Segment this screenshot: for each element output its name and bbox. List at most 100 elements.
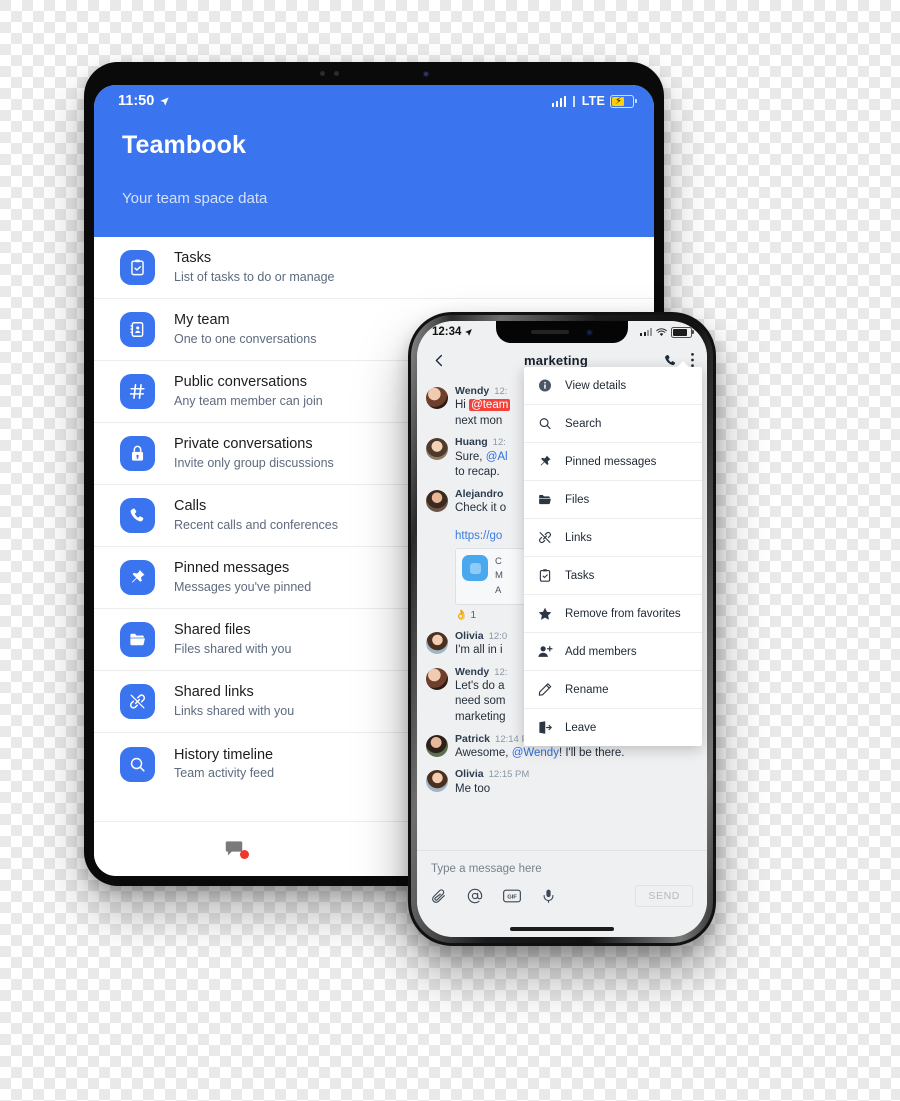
menu-item-leave[interactable]: Leave — [524, 709, 702, 746]
mention-token[interactable]: @Al — [486, 451, 508, 463]
status-left: 11:50 — [118, 93, 170, 109]
mention-token[interactable]: @Wendy — [512, 747, 559, 759]
attachment-icon — [432, 889, 445, 903]
message-input[interactable]: Type a message here — [417, 851, 707, 875]
list-item-title: History timeline — [174, 746, 274, 763]
phone-status-bar: 12:34 — [417, 321, 707, 343]
microphone-button[interactable] — [541, 888, 556, 904]
message-author: Huang — [455, 436, 488, 449]
sensor-dots-icon — [319, 71, 339, 76]
status-left: 12:34 — [432, 326, 473, 338]
message-time: 12:0 — [488, 630, 508, 642]
pencil-icon — [538, 683, 552, 696]
search-icon — [120, 746, 155, 782]
add-person-icon — [538, 645, 553, 657]
message-time: 12:15 PM — [488, 769, 530, 781]
folder-icon — [120, 622, 155, 657]
pin-icon — [120, 560, 155, 595]
list-item-desc: Team activity feed — [174, 766, 275, 781]
message-author: Olivia — [455, 629, 484, 642]
mention-token[interactable]: @team — [469, 399, 511, 412]
unread-badge — [239, 850, 249, 859]
menu-item-links[interactable]: Links — [524, 519, 702, 557]
list-item-desc: Messages you've pinned — [174, 579, 312, 594]
menu-item-search[interactable]: Search — [524, 405, 702, 443]
reaction-count: 1 — [470, 609, 477, 621]
mention-button[interactable] — [467, 888, 483, 904]
location-arrow-icon — [465, 328, 473, 336]
pin-icon — [540, 455, 551, 466]
contact-card-icon — [120, 312, 155, 347]
signal-divider-icon — [573, 95, 575, 107]
avatar — [426, 770, 448, 793]
hash-icon — [120, 374, 155, 409]
message-author: Alejandro — [455, 487, 504, 500]
menu-item-add-members[interactable]: Add members — [524, 633, 702, 671]
app-subtitle: Your team space data — [122, 190, 268, 207]
svg-text:GIF: GIF — [507, 895, 517, 901]
search-icon — [539, 418, 551, 430]
avatar — [426, 489, 448, 512]
menu-item-pinned-messages[interactable]: Pinned messages — [524, 443, 702, 481]
list-item-tasks[interactable]: Tasks List of tasks to do or manage — [94, 237, 654, 299]
menu-item-view-details[interactable]: View details — [524, 367, 702, 405]
front-camera-icon — [422, 70, 429, 77]
lock-icon — [120, 436, 155, 471]
link-icon — [539, 531, 551, 544]
back-button[interactable] — [429, 353, 449, 368]
message-item: Olivia 12:15 PM Me too — [417, 766, 707, 802]
room-title: marketing — [524, 352, 588, 368]
message-time: 12: — [494, 386, 508, 397]
star-icon — [538, 607, 552, 620]
menu-item-label: Links — [565, 531, 592, 544]
menu-item-label: View details — [565, 379, 627, 392]
app-thumbnail-icon — [462, 555, 488, 582]
reaction-chip[interactable]: 👌 1 — [455, 610, 476, 621]
list-item-desc: Invite only group discussions — [174, 455, 334, 470]
signal-bars-icon — [551, 95, 567, 107]
phone-device: 12:34 marketing Wendy 12: Hi @team next … — [408, 312, 716, 946]
list-item-title: Shared links — [174, 684, 254, 701]
menu-item-label: Pinned messages — [565, 455, 657, 468]
avatar — [426, 631, 448, 654]
message-composer: Type a message here GIF SEND — [417, 850, 707, 937]
clipboard-check-icon — [120, 250, 155, 285]
status-time: 11:50 — [118, 93, 155, 109]
list-item-title: Pinned messages — [174, 560, 290, 577]
tab-chats[interactable] — [94, 838, 374, 860]
overflow-menu: View details Search Pinned messages File… — [524, 361, 702, 746]
send-button[interactable]: SEND — [635, 885, 693, 907]
tablet-top-sensors — [84, 62, 664, 85]
menu-item-label: Search — [565, 417, 602, 430]
menu-item-remove-from-favorites[interactable]: Remove from favorites — [524, 595, 702, 633]
list-item-title: Public conversations — [174, 374, 307, 391]
clipboard-check-icon — [539, 569, 551, 582]
menu-item-rename[interactable]: Rename — [524, 671, 702, 709]
list-item-desc: Any team member can join — [174, 393, 323, 408]
phone-icon — [120, 498, 155, 533]
message-author: Olivia — [455, 768, 484, 781]
avatar — [426, 438, 448, 461]
avatar — [426, 734, 448, 757]
menu-item-label: Files — [565, 493, 590, 506]
message-time: 12: — [492, 437, 506, 449]
gif-button[interactable]: GIF — [503, 889, 521, 903]
menu-item-label: Leave — [565, 721, 597, 734]
tablet-status-bar: 11:50 LTE ⚡ — [94, 85, 654, 117]
chevron-left-icon — [435, 354, 442, 366]
menu-item-tasks[interactable]: Tasks — [524, 557, 702, 595]
overflow-menu-button[interactable] — [690, 352, 695, 368]
menu-item-label: Remove from favorites — [565, 607, 681, 620]
status-time: 12:34 — [432, 326, 462, 338]
avatar — [426, 667, 448, 690]
signal-bars-icon — [640, 328, 652, 336]
battery-icon — [671, 326, 694, 338]
message-author: Wendy — [455, 665, 490, 678]
attachment-button[interactable] — [431, 888, 447, 904]
avatar — [426, 387, 448, 409]
composer-toolbar: GIF SEND — [417, 875, 707, 907]
exit-icon — [539, 721, 552, 734]
message-author: Wendy — [455, 385, 490, 397]
menu-item-files[interactable]: Files — [524, 481, 702, 519]
more-vertical-icon — [691, 353, 694, 367]
